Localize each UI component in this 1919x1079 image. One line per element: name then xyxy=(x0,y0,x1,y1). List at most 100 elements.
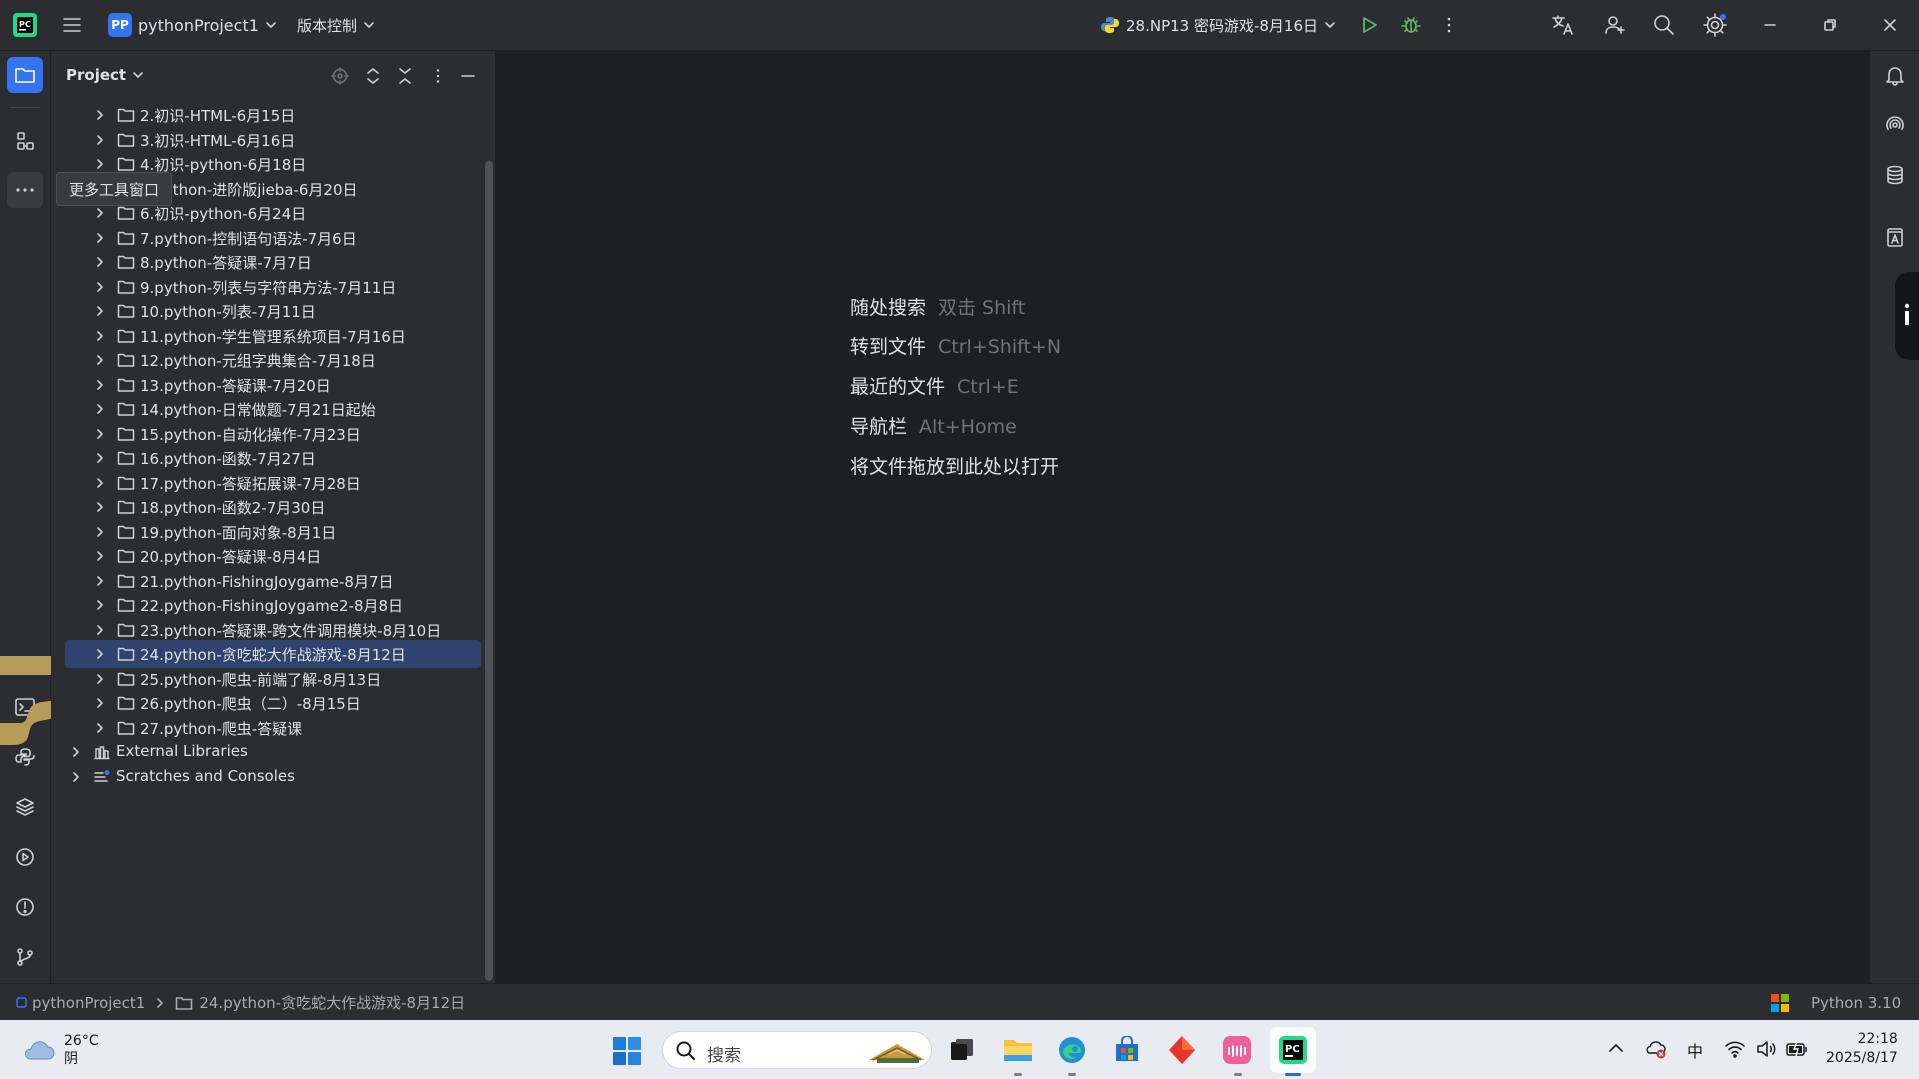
chevron-down-icon xyxy=(132,69,144,81)
debug-button[interactable] xyxy=(1400,0,1422,50)
red-diamond-app-button[interactable] xyxy=(1167,1035,1197,1065)
tray-overflow-chevron-icon[interactable] xyxy=(1607,1039,1625,1057)
onedrive-error-icon[interactable] xyxy=(1645,1038,1667,1060)
more-actions-icon[interactable] xyxy=(1445,0,1453,50)
chevron-right-icon[interactable] xyxy=(94,281,106,293)
tree-item-label: 13.python-答疑课-7月20日 xyxy=(140,376,331,395)
project-switcher[interactable]: PP pythonProject1 xyxy=(108,0,277,50)
chevron-right-icon[interactable] xyxy=(94,256,106,268)
more-horizontal-icon xyxy=(16,188,34,192)
tree-item-label: 15.python-自动化操作-7月23日 xyxy=(140,425,361,444)
chevron-right-icon[interactable] xyxy=(94,452,106,464)
weather-temperature: 26°C xyxy=(64,1033,99,1049)
project-scrollbar[interactable] xyxy=(485,161,493,981)
notifications-tool-button[interactable] xyxy=(1877,57,1913,93)
project-view-selector[interactable]: Project xyxy=(66,66,144,84)
volume-icon[interactable] xyxy=(1755,1038,1777,1060)
tree-item-label: 26.python-爬虫（二）-8月15日 xyxy=(140,695,361,713)
add-user-icon[interactable] xyxy=(1603,0,1627,50)
chevron-right-icon[interactable] xyxy=(94,550,106,562)
chevron-right-icon[interactable] xyxy=(94,575,106,587)
chevron-right-icon[interactable] xyxy=(94,673,106,685)
editor-empty-area[interactable]: 随处搜索 双击 Shift 转到文件 Ctrl+Shift+N 最近的文件 Ctrl+E 导… xyxy=(496,51,1868,983)
chevron-right-icon[interactable] xyxy=(94,526,106,538)
file-explorer-button[interactable] xyxy=(1002,1035,1034,1065)
chevron-right-icon[interactable] xyxy=(94,477,106,489)
chevron-right-icon[interactable] xyxy=(94,697,106,709)
ime-indicator[interactable]: 中 xyxy=(1687,1038,1703,1062)
locate-file-icon[interactable] xyxy=(329,65,351,87)
pycharm-taskbar-button[interactable]: PC xyxy=(1270,1027,1316,1073)
project-tool-button[interactable] xyxy=(7,57,43,93)
translate-icon[interactable] xyxy=(1550,0,1576,50)
folder-icon xyxy=(15,68,35,83)
expand-all-icon[interactable] xyxy=(362,65,384,87)
translation-tool-button[interactable] xyxy=(1877,219,1913,255)
vcs-menu[interactable]: 版本控制 xyxy=(297,0,375,50)
search-icon[interactable] xyxy=(1652,0,1676,50)
chevron-right-icon[interactable] xyxy=(94,624,106,636)
task-view-button[interactable] xyxy=(948,1036,976,1064)
collapse-all-icon[interactable] xyxy=(394,65,416,87)
tree-item-label: 22.python-FishingJoygame2-8月8日 xyxy=(140,597,404,615)
chevron-right-icon[interactable] xyxy=(70,746,82,758)
chevron-right-icon[interactable] xyxy=(94,305,106,317)
chevron-right-icon[interactable] xyxy=(94,330,106,342)
diamond-app-icon xyxy=(1169,1036,1195,1064)
chevron-right-icon[interactable] xyxy=(94,232,106,244)
start-button[interactable] xyxy=(612,1036,642,1066)
hide-panel-icon[interactable] xyxy=(457,65,479,87)
chevron-right-icon[interactable] xyxy=(94,428,106,440)
chevron-right-icon[interactable] xyxy=(94,599,106,611)
weather-widget[interactable]: 26°C 阴 xyxy=(22,1032,99,1068)
running-indicator xyxy=(1014,1073,1022,1076)
pycharm-logo[interactable]: PC xyxy=(12,0,38,50)
services-tool-button[interactable] xyxy=(7,839,43,875)
folder-icon xyxy=(117,401,135,417)
folder-icon xyxy=(117,426,135,442)
minimize-window-button[interactable] xyxy=(1762,0,1778,50)
music-app-icon xyxy=(1223,1036,1251,1064)
microsoft-store-button[interactable] xyxy=(1113,1036,1141,1064)
folder-icon xyxy=(117,597,135,613)
chevron-right-icon[interactable] xyxy=(94,354,106,366)
chevron-right-icon[interactable] xyxy=(94,379,106,391)
options-icon[interactable] xyxy=(427,65,449,87)
hint-shortcut: Alt+Home xyxy=(919,416,1017,438)
breadcrumb-project[interactable]: pythonProject1 xyxy=(32,994,145,1012)
git-tool-button[interactable] xyxy=(7,939,43,975)
chevron-right-icon[interactable] xyxy=(94,158,106,170)
side-panel-handle[interactable] xyxy=(1895,272,1919,360)
main-menu-icon[interactable] xyxy=(61,0,83,50)
chevron-right-icon[interactable] xyxy=(94,722,106,734)
problems-tool-button[interactable] xyxy=(7,889,43,925)
music-app-button[interactable] xyxy=(1222,1035,1252,1065)
windows-taskbar: 26°C 阴 搜索 PC 中 22:18 2025/8/17 xyxy=(0,1020,1919,1079)
database-tool-button[interactable] xyxy=(1877,157,1913,193)
battery-charging-icon[interactable] xyxy=(1785,1038,1809,1060)
chevron-right-icon[interactable] xyxy=(94,134,106,146)
ai-assistant-tool-button[interactable] xyxy=(1877,107,1913,143)
chevron-right-icon[interactable] xyxy=(94,207,106,219)
wifi-icon[interactable] xyxy=(1724,1038,1746,1060)
settings-gear-icon[interactable] xyxy=(1702,0,1728,50)
chevron-right-icon[interactable] xyxy=(94,501,106,513)
chevron-right-icon[interactable] xyxy=(70,771,82,783)
more-tool-windows-button[interactable] xyxy=(7,172,43,208)
tree-item-label: External Libraries xyxy=(116,742,248,760)
python-packages-tool-button[interactable] xyxy=(7,789,43,825)
clock[interactable]: 22:18 2025/8/17 xyxy=(1826,1030,1898,1068)
chevron-right-icon[interactable] xyxy=(94,403,106,415)
structure-tool-button[interactable] xyxy=(7,123,43,159)
run-config-selector[interactable]: 28.NP13 密码游戏-8月16日 xyxy=(1100,0,1336,50)
edge-browser-button[interactable] xyxy=(1057,1035,1087,1065)
chevron-right-icon[interactable] xyxy=(94,648,106,660)
run-button[interactable] xyxy=(1358,0,1380,50)
close-window-button[interactable] xyxy=(1882,0,1898,50)
restore-window-button[interactable] xyxy=(1822,0,1838,50)
taskbar-search[interactable]: 搜索 xyxy=(662,1031,932,1069)
tree-scratches-consoles[interactable]: Scratches and Consoles xyxy=(51,762,481,792)
chevron-right-icon[interactable] xyxy=(94,109,106,121)
breadcrumb-folder[interactable]: 24.python-贪吃蛇大作战游戏-8月12日 xyxy=(199,992,465,1013)
interpreter-widget[interactable]: Python 3.10 xyxy=(1771,984,1901,1021)
